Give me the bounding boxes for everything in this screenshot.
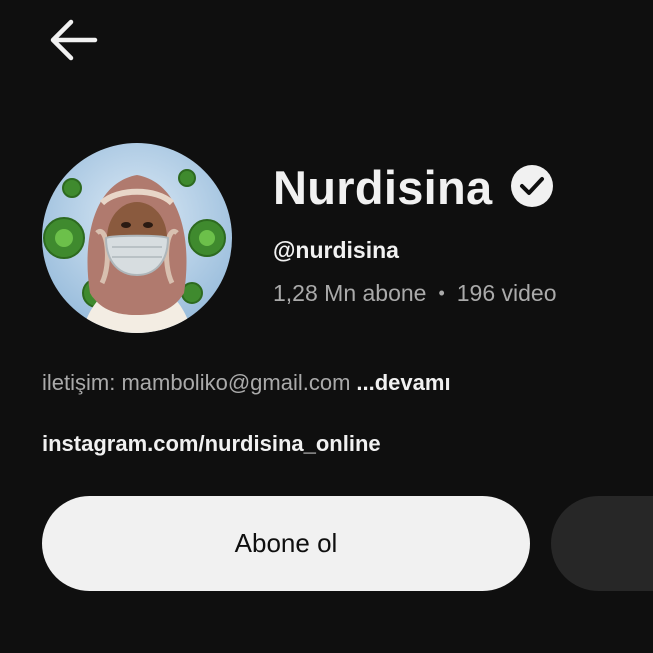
description-text: iletişim: mamboliko@gmail.com xyxy=(42,370,351,395)
channel-stats: 1,28 Mn abone • 196 video xyxy=(273,278,557,310)
subscriber-count: 1,28 Mn abone xyxy=(273,280,427,306)
arrow-left-icon xyxy=(50,19,98,61)
secondary-action-button[interactable] xyxy=(551,496,653,591)
channel-handle: @nurdisina xyxy=(273,237,399,263)
verified-check-icon xyxy=(511,165,553,207)
channel-avatar[interactable] xyxy=(42,143,232,333)
channel-external-link[interactable]: instagram.com/nurdisina_online xyxy=(42,429,381,459)
channel-description[interactable]: iletişim: mamboliko@gmail.com ...devamı xyxy=(42,368,451,398)
stats-separator: • xyxy=(438,283,445,303)
description-more-link[interactable]: ...devamı xyxy=(356,370,450,395)
channel-name: Nurdisina xyxy=(273,161,493,214)
avatar-image xyxy=(42,143,232,333)
channel-page: Nurdisina @nurdisina 1,28 Mn abone • 196 v… xyxy=(0,0,653,653)
back-button[interactable] xyxy=(40,12,106,68)
subscribe-button[interactable]: Abone ol xyxy=(42,496,530,591)
video-count: 196 video xyxy=(456,280,557,306)
